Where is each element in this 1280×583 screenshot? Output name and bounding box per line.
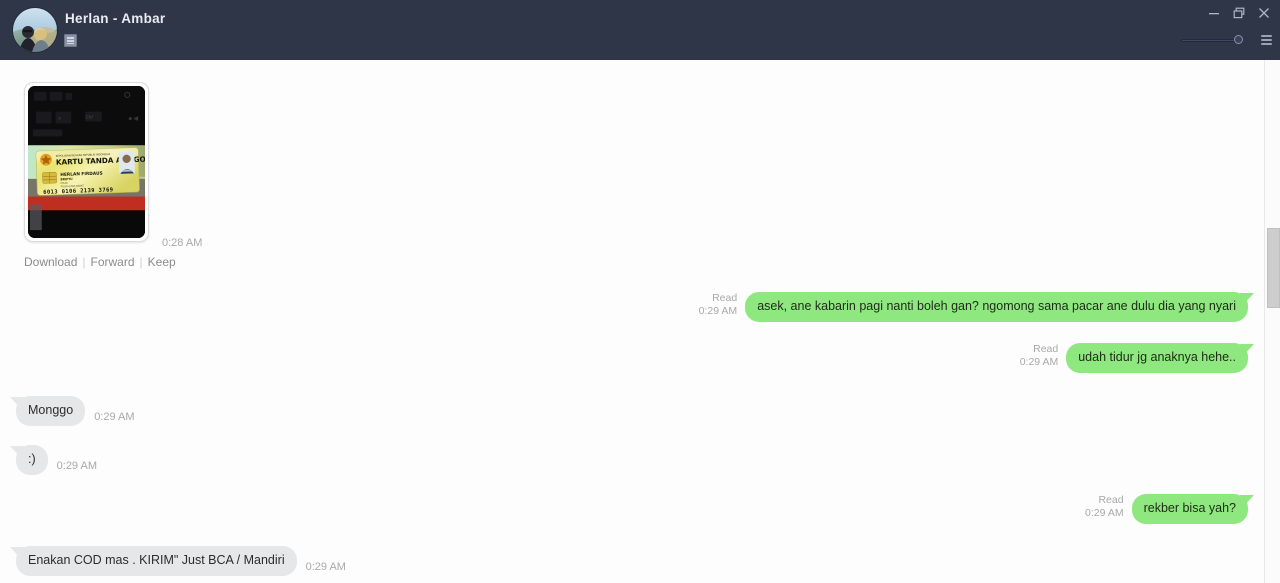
forward-link[interactable]: Forward [91,255,135,269]
download-link[interactable]: Download [24,255,77,269]
header-tools [1181,33,1272,47]
window-titlebar: Herlan - Ambar [0,0,1280,60]
received-photo: o Ctrl KEPOLISIAN NEGARA REPUBLIK INDONE… [28,86,145,238]
message-timestamp: 0:29 AM [56,459,97,472]
message-bubble[interactable]: rekber bisa yah? [1131,494,1248,524]
message-meta: Read 0:29 AM [699,292,738,318]
slider-knob[interactable] [1234,35,1243,44]
close-button[interactable] [1256,5,1272,21]
message-meta: Read 0:29 AM [1020,343,1059,369]
message-bubble[interactable]: :) [16,445,48,475]
avatar-photo [13,8,57,52]
volume-slider[interactable] [1181,33,1243,47]
read-status: Read [1033,343,1059,355]
message-bubble[interactable]: Monggo [16,396,86,426]
message-timestamp: 0:29 AM [1085,507,1124,519]
window-controls [1206,5,1272,21]
message-timestamp: 0:29 AM [1019,356,1059,368]
message-row-incoming: :) 0:29 AM [16,445,97,475]
message-row-outgoing: Read 0:29 AM rekber bisa yah? [1085,494,1248,524]
message-meta: Read 0:29 AM [1085,494,1124,520]
read-status: Read [1098,494,1124,506]
hamburger-menu-icon[interactable] [1261,35,1272,45]
image-thumbnail[interactable]: o Ctrl KEPOLISIAN NEGARA REPUBLIK INDONE… [24,82,149,242]
action-separator: | [82,255,86,269]
message-timestamp: 0:29 AM [305,560,346,573]
restore-button[interactable] [1231,5,1247,21]
window-title: Herlan - Ambar [65,11,166,26]
note-window-icon[interactable] [64,34,77,47]
message-bubble[interactable]: Enakan COD mas . KIRIM" Just BCA / Mandi… [16,546,297,576]
chat-window: Herlan - Ambar o Ctrl KEPOLISIAN NEGARA … [0,0,1280,583]
message-timestamp: 0:29 AM [94,410,135,423]
message-row-incoming: Enakan COD mas . KIRIM" Just BCA / Mandi… [16,546,346,576]
avatar[interactable] [12,7,58,53]
message-row-outgoing: Read 0:29 AM asek, ane kabarin pagi nant… [699,292,1248,322]
photo-content: o Ctrl KEPOLISIAN NEGARA REPUBLIK INDONE… [28,86,145,238]
image-message: o Ctrl KEPOLISIAN NEGARA REPUBLIK INDONE… [24,82,444,282]
read-status: Read [712,292,738,304]
minimize-button[interactable] [1206,5,1222,21]
message-list: o Ctrl KEPOLISIAN NEGARA REPUBLIK INDONE… [0,60,1280,583]
message-bubble[interactable]: udah tidur jg anaknya hehe.. [1066,343,1248,373]
svg-text:Ctrl: Ctrl [86,115,93,120]
message-timestamp: 0:29 AM [698,305,738,317]
message-row-incoming: Monggo 0:29 AM [16,396,135,426]
action-separator: | [139,255,143,269]
keep-link[interactable]: Keep [148,255,176,269]
image-actions: Download | Forward | Keep [24,255,176,269]
vertical-scrollbar[interactable] [1264,60,1280,583]
message-bubble[interactable]: asek, ane kabarin pagi nanti boleh gan? … [745,292,1248,322]
message-row-outgoing: Read 0:29 AM udah tidur jg anaknya hehe.… [1020,343,1248,373]
scrollbar-thumb[interactable] [1267,228,1280,308]
image-timestamp: 0:28 AM [162,237,203,249]
